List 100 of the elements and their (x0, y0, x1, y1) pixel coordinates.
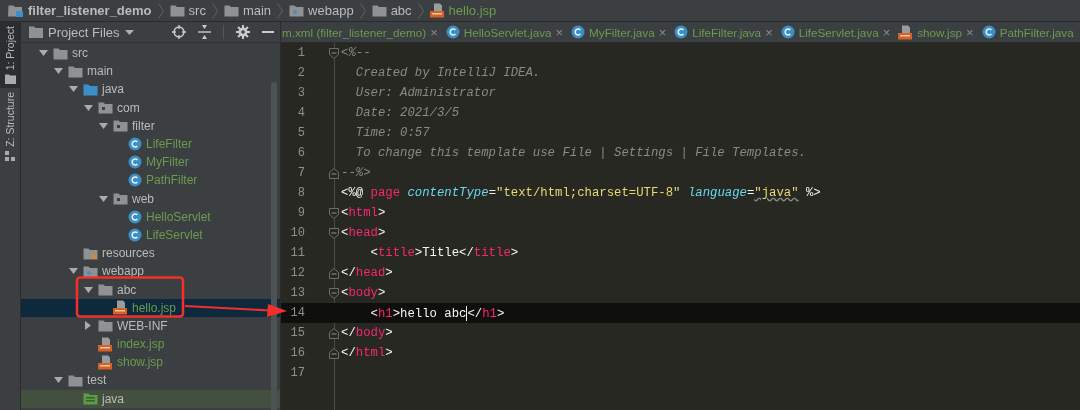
chevron-icon (417, 2, 424, 19)
caret-icon (124, 29, 134, 35)
tree-item[interactable]: filter (21, 116, 280, 135)
line-number: 15 (289, 326, 305, 340)
collapsed-arrow-icon[interactable] (85, 321, 91, 331)
class-icon (128, 209, 142, 224)
tree-item[interactable]: WEB-INF (21, 316, 280, 335)
editor-tab[interactable]: HelloServlet.java × (442, 22, 569, 42)
line-number: 16 (289, 346, 305, 360)
tree-item[interactable]: java (21, 80, 280, 99)
tree-item[interactable]: test (21, 371, 280, 390)
jsp-file-icon (98, 354, 113, 370)
tree-item[interactable]: webapp (21, 262, 280, 281)
scrollbar[interactable] (271, 82, 277, 410)
fold-marker-icon[interactable] (329, 327, 339, 339)
code-line: </html> (341, 346, 393, 360)
tree-item[interactable]: LifeFilter (21, 134, 280, 154)
fold-marker-icon[interactable] (329, 167, 339, 179)
expanded-arrow-icon[interactable] (53, 68, 63, 75)
editor-tab[interactable]: show.jsp × (895, 22, 979, 42)
expanded-arrow-icon[interactable] (68, 268, 78, 275)
tree-item[interactable]: HelloServlet (21, 207, 280, 226)
tree-item[interactable]: web (21, 189, 280, 208)
close-icon[interactable]: × (882, 24, 891, 40)
code-line: <head> (341, 226, 386, 240)
folder-icon (29, 26, 43, 38)
breadcrumb-item[interactable]: abc (369, 0, 414, 21)
project-view-dropdown[interactable]: Project Files (29, 24, 134, 40)
chevron-icon (157, 2, 164, 19)
line-number: 4 (296, 106, 305, 120)
code-line: Date: 2021/3/5 (354, 106, 460, 120)
line-number: 7 (296, 166, 305, 180)
tree-item[interactable]: abc (21, 280, 280, 299)
expanded-arrow-icon[interactable] (98, 195, 108, 202)
line-number: 3 (296, 86, 305, 100)
package-icon (113, 119, 128, 133)
editor-tab[interactable]: LifeServlet.java × (777, 22, 896, 42)
editor-tab[interactable]: LifeFilter.java × (671, 22, 778, 42)
expanded-arrow-icon[interactable] (68, 86, 78, 93)
package-icon (113, 192, 128, 206)
folder-icon (68, 64, 83, 78)
close-icon[interactable]: × (765, 24, 773, 40)
editor-tab[interactable]: PathFilter.java (978, 22, 1079, 42)
close-icon[interactable]: × (966, 24, 974, 40)
tree-item[interactable]: show.jsp (21, 353, 280, 372)
folder-icon (98, 319, 113, 333)
fold-marker-icon[interactable] (329, 267, 339, 279)
close-icon[interactable]: × (658, 24, 667, 40)
expanded-arrow-icon[interactable] (53, 377, 63, 384)
close-icon[interactable]: × (430, 24, 438, 40)
close-icon[interactable]: × (555, 24, 564, 40)
tree-item[interactable]: hello.jsp (21, 298, 280, 317)
class-icon (128, 155, 142, 170)
code-line: <%@ page contentType="text/html;charset=UTF-8" language="java" %> (341, 186, 821, 200)
tree-item[interactable]: src (21, 44, 280, 63)
tool-window-tab[interactable]: 1: Project (0, 22, 20, 89)
breadcrumb-item[interactable]: hello.jsp (427, 0, 499, 21)
class-icon (445, 25, 460, 39)
settings-icon[interactable] (236, 25, 250, 39)
expanded-arrow-icon[interactable] (98, 122, 108, 129)
tree-item[interactable]: MyFilter (21, 153, 280, 172)
folder-icon (169, 4, 185, 17)
chevron-icon (359, 2, 366, 19)
line-number: 13 (289, 286, 305, 300)
tree-item[interactable]: LifeServlet (21, 225, 280, 245)
tree-item[interactable]: com (21, 98, 280, 117)
code-line: Created by IntelliJ IDEA. (354, 66, 541, 80)
code-line: <title>Title</title> (369, 246, 519, 260)
line-number: 11 (289, 246, 305, 260)
line-number: 5 (296, 126, 305, 140)
editor-tab[interactable]: m.xml (filter_listener_demo) × (281, 22, 443, 42)
line-number: 10 (289, 226, 305, 240)
class-icon (674, 25, 689, 39)
editor-tab[interactable]: MyFilter.java × (568, 22, 672, 42)
code-line: User: Administrator (354, 86, 496, 100)
breadcrumb-item[interactable]: webapp (287, 0, 356, 21)
fold-marker-icon[interactable] (329, 207, 339, 219)
tree-item[interactable]: resources (21, 244, 280, 263)
expanded-arrow-icon[interactable] (38, 50, 48, 57)
code-line: To change this template use File | Settings | File Templates. (354, 146, 806, 160)
tree-item[interactable]: PathFilter (21, 171, 280, 190)
fold-marker-icon[interactable] (329, 47, 339, 59)
breadcrumb-item[interactable]: filter_listener_demo (6, 0, 154, 21)
fold-marker-icon[interactable] (329, 347, 339, 359)
folder-icon (68, 373, 83, 387)
tree-item[interactable]: index.jsp (21, 335, 280, 354)
tree-item[interactable]: java (21, 389, 280, 408)
breadcrumb-item[interactable]: src (167, 0, 208, 21)
expanded-arrow-icon[interactable] (83, 286, 93, 293)
tool-window-tab[interactable]: Z: Structure (0, 88, 20, 166)
fold-marker-icon[interactable] (329, 287, 339, 299)
locate-icon[interactable] (172, 25, 186, 39)
code-line: <h1>hello abc</h1> (369, 305, 505, 321)
expanded-arrow-icon[interactable] (83, 104, 93, 111)
line-number: 1 (296, 46, 305, 60)
collapse-all-icon[interactable] (198, 25, 211, 39)
breadcrumb-item[interactable]: main (221, 0, 274, 21)
class-icon (571, 25, 586, 39)
tree-item[interactable]: main (21, 62, 280, 81)
fold-marker-icon[interactable] (329, 227, 339, 239)
